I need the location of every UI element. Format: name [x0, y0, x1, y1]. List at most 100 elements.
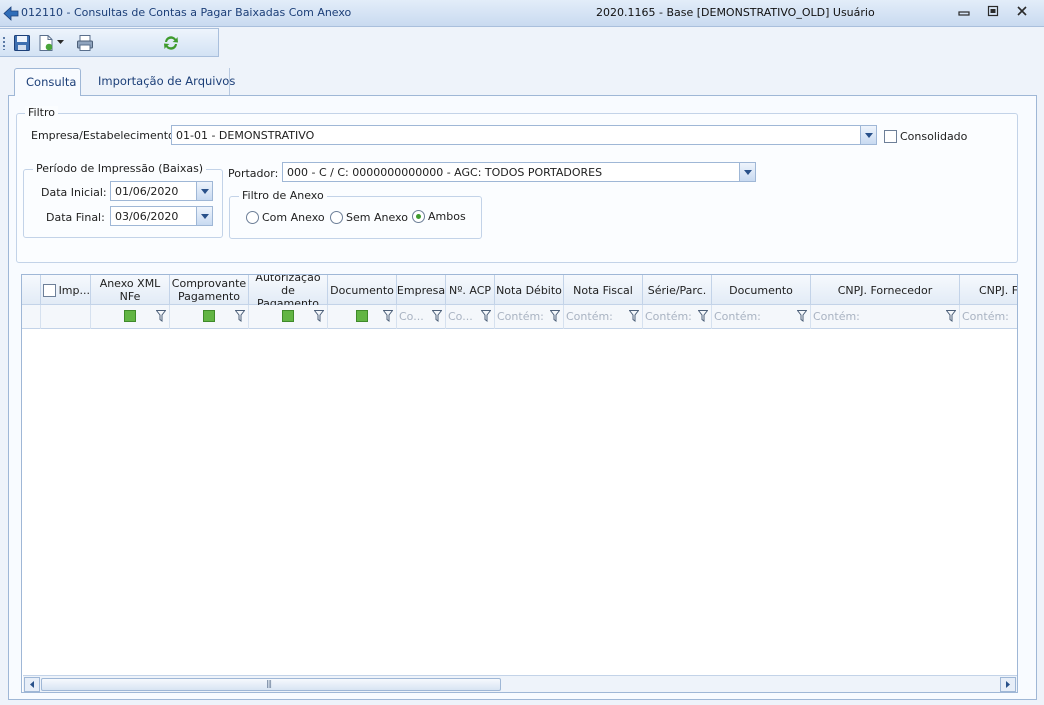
column-header-documento-anexo[interactable]: Documento: [328, 275, 397, 305]
funnel-icon[interactable]: [946, 310, 956, 322]
minimize-button[interactable]: [953, 4, 975, 22]
radio-sem-anexo[interactable]: [330, 211, 343, 224]
chevron-down-icon[interactable]: [739, 163, 755, 181]
data-inicial-field[interactable]: 01/06/2020: [110, 181, 213, 201]
column-header-nota-fiscal[interactable]: Nota Fiscal: [564, 275, 643, 305]
column-header-anexo-xml-nfe[interactable]: Anexo XML NFe: [91, 275, 170, 305]
column-header-nota-debito[interactable]: Nota Débito: [495, 275, 564, 305]
column-header-serie-parcela[interactable]: Série/Parc.: [643, 275, 712, 305]
column-header-comprovante-pagamento[interactable]: Comprovante Pagamento: [170, 275, 249, 305]
funnel-icon[interactable]: [481, 310, 491, 322]
filter-placeholder: Contém:: [813, 310, 860, 323]
data-final-label: Data Final:: [46, 211, 105, 224]
filter-placeholder: Contém:: [962, 310, 1009, 323]
filter-cell-autorizacao[interactable]: [249, 305, 328, 329]
restore-icon: [987, 5, 999, 17]
scroll-thumb[interactable]: |||: [41, 678, 501, 691]
funnel-icon[interactable]: [314, 310, 324, 322]
toolbar-grip[interactable]: [3, 37, 5, 50]
filter-cell-documento[interactable]: Contém:: [712, 305, 811, 329]
column-header-documento[interactable]: Documento: [712, 275, 811, 305]
filter-placeholder: Co...: [399, 310, 424, 323]
grid-header: Imp... Anexo XML NFe Comprovante Pagamen…: [22, 275, 1017, 305]
filter-cell-indicator: [22, 305, 41, 329]
data-inicial-value: 01/06/2020: [115, 185, 179, 198]
data-final-field[interactable]: 03/06/2020: [110, 206, 213, 226]
new-document-icon[interactable]: [37, 34, 55, 52]
column-header-imprimir-label: Imp...: [58, 283, 90, 297]
filter-placeholder: Contém:: [714, 310, 761, 323]
funnel-icon[interactable]: [383, 310, 393, 322]
close-button[interactable]: [1011, 4, 1033, 22]
funnel-icon[interactable]: [156, 310, 166, 322]
filter-cell-comprovante[interactable]: [170, 305, 249, 329]
back-arrow-icon[interactable]: [3, 6, 19, 21]
funnel-icon[interactable]: [698, 310, 708, 322]
close-icon: [1017, 6, 1027, 16]
filter-cell-anexo-xml[interactable]: [91, 305, 170, 329]
portador-label: Portador:: [228, 167, 279, 180]
com-anexo-label: Com Anexo: [262, 211, 325, 224]
funnel-icon[interactable]: [797, 310, 807, 322]
anexo-legend: Filtro de Anexo: [239, 189, 327, 202]
portador-value: 000 - C / C: 0000000000000 - AGC: TODOS …: [287, 166, 603, 179]
funnel-icon[interactable]: [629, 310, 639, 322]
funnel-icon[interactable]: [432, 310, 442, 322]
ambos-label: Ambos: [428, 210, 466, 223]
save-icon[interactable]: [13, 34, 31, 52]
radio-com-anexo[interactable]: [246, 211, 259, 224]
refresh-icon[interactable]: [162, 34, 180, 52]
scroll-left-arrow-icon[interactable]: [24, 677, 40, 692]
filter-placeholder: Contém:: [566, 310, 613, 323]
column-header-imprimir[interactable]: Imp...: [41, 275, 91, 305]
minimize-icon: [958, 11, 970, 16]
radio-ambos[interactable]: [412, 210, 425, 223]
filter-cell-numero-acp[interactable]: Co...: [446, 305, 495, 329]
status-green-square-icon[interactable]: [124, 310, 136, 322]
empresa-value: 01-01 - DEMONSTRATIVO: [176, 129, 315, 142]
calendar-dropdown-icon[interactable]: [196, 207, 212, 225]
filter-cell-cnpj-fornecedor[interactable]: Contém:: [811, 305, 960, 329]
filter-cell-nota-debito[interactable]: Contém:: [495, 305, 564, 329]
restore-button[interactable]: [982, 4, 1004, 22]
funnel-icon[interactable]: [235, 310, 245, 322]
filter-cell-serie-parcela[interactable]: Contém:: [643, 305, 712, 329]
grid-filter-row: Co... Co... Contém: Contém: Contém: Cont…: [22, 305, 1017, 329]
data-grid[interactable]: Imp... Anexo XML NFe Comprovante Pagamen…: [21, 274, 1018, 693]
window-title: 012110 - Consultas de Contas a Pagar Bai…: [21, 6, 352, 19]
filter-cell-empresa[interactable]: Co...: [397, 305, 446, 329]
print-icon[interactable]: [76, 34, 94, 52]
chevron-down-icon[interactable]: [860, 126, 876, 144]
sem-anexo-label: Sem Anexo: [346, 211, 408, 224]
consolidado-checkbox[interactable]: [884, 130, 897, 143]
column-header-cnpj-fo[interactable]: CNPJ. Fo: [960, 275, 1017, 305]
toolbar: [0, 28, 219, 57]
filter-cell-documento-anexo[interactable]: [328, 305, 397, 329]
scroll-right-arrow-icon[interactable]: [1000, 677, 1016, 692]
status-green-square-icon[interactable]: [282, 310, 294, 322]
select-all-checkbox[interactable]: [43, 283, 56, 297]
column-header-autorizacao-pagamento[interactable]: Autorização de Pagamento: [249, 275, 328, 305]
base-info: 2020.1165 - Base [DEMONSTRATIVO_OLD] Usu…: [596, 6, 875, 19]
data-final-value: 03/06/2020: [115, 210, 179, 223]
column-header-empresa[interactable]: Empresa: [397, 275, 446, 305]
calendar-dropdown-icon[interactable]: [196, 182, 212, 200]
filter-placeholder: Contém:: [497, 310, 544, 323]
tab-consulta[interactable]: Consulta: [14, 68, 81, 96]
periodo-group: [23, 169, 223, 238]
horizontal-scrollbar[interactable]: |||: [23, 675, 1017, 692]
empresa-select[interactable]: 01-01 - DEMONSTRATIVO: [171, 125, 877, 145]
funnel-icon[interactable]: [550, 310, 560, 322]
column-header-cnpj-fornecedor[interactable]: CNPJ. Fornecedor: [811, 275, 960, 305]
column-header-indicator[interactable]: [22, 275, 41, 305]
status-green-square-icon[interactable]: [203, 310, 215, 322]
filter-cell-cnpj-fo[interactable]: Contém:: [960, 305, 1017, 329]
filter-cell-imprimir[interactable]: [41, 305, 91, 329]
status-green-square-icon[interactable]: [356, 310, 368, 322]
filter-placeholder: Co...: [448, 310, 473, 323]
column-header-numero-acp[interactable]: Nº. ACP: [446, 275, 495, 305]
filter-cell-nota-fiscal[interactable]: Contém:: [564, 305, 643, 329]
tab-importacao-de-arquivos[interactable]: Importação de Arquivos: [87, 68, 235, 96]
chevron-down-icon[interactable]: [57, 40, 64, 45]
portador-select[interactable]: 000 - C / C: 0000000000000 - AGC: TODOS …: [282, 162, 756, 182]
